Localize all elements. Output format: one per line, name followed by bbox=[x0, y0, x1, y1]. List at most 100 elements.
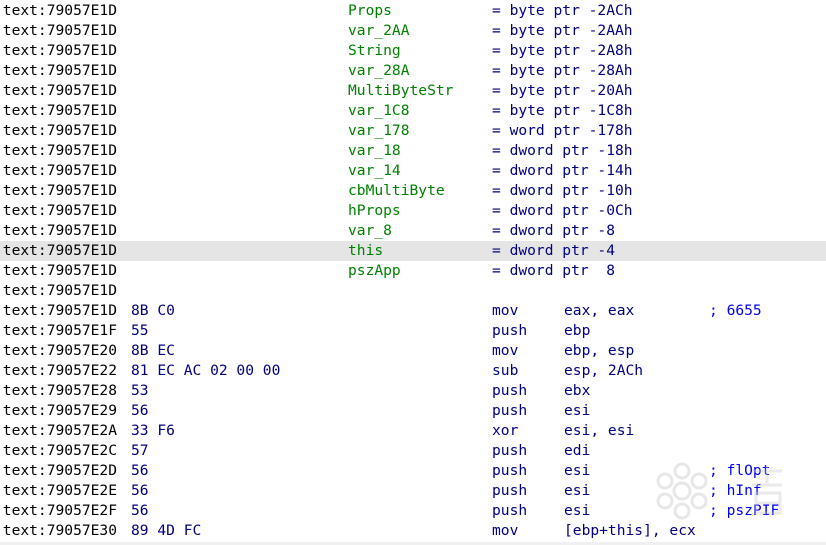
instruction-mnemonic: push bbox=[492, 482, 528, 499]
symbol-name[interactable]: hProps bbox=[348, 201, 401, 221]
address-label: .text:79057E1D bbox=[0, 222, 118, 239]
instruction-mnemonic: push bbox=[492, 322, 528, 339]
address-label: .text:79057E28 bbox=[0, 382, 118, 399]
opcode-bytes: 56 bbox=[131, 502, 149, 519]
instruction-mnemonic: mov bbox=[492, 342, 519, 359]
address-label: .text:79057E2E bbox=[0, 482, 118, 499]
address-label: .text:79057E1D bbox=[0, 182, 118, 199]
instruction-mnemonic: push bbox=[492, 382, 528, 399]
symbol-name[interactable]: var_18 bbox=[348, 141, 401, 161]
instruction-mnemonic: push bbox=[492, 502, 528, 519]
opcode-bytes: 55 bbox=[131, 322, 149, 339]
listing-line[interactable]: .text:79057E1D cbMultiByte = dword ptr -10… bbox=[0, 181, 826, 201]
instruction-operands: ebp, esp bbox=[564, 342, 635, 359]
instruction-mnemonic: mov bbox=[492, 522, 519, 539]
address-label: .text:79057E2F bbox=[0, 502, 118, 519]
listing-line[interactable]: .text:79057E1D var_1C8 = byte ptr -1C8h bbox=[0, 101, 826, 121]
instruction-mnemonic: xor bbox=[492, 422, 519, 439]
address-label: .text:79057E1D bbox=[0, 242, 118, 259]
address-label: .text:79057E1D bbox=[0, 62, 118, 79]
opcode-bytes: 81 EC AC 02 00 00 bbox=[131, 362, 281, 379]
listing-line[interactable]: .text:79057E1D var_14 = dword ptr -14h bbox=[0, 161, 826, 181]
listing-line[interactable]: .text:79057E30 89 4D FC mov [ebp+this], ecx bbox=[0, 521, 826, 541]
address-label: .text:79057E1D bbox=[0, 42, 118, 59]
opcode-bytes: 53 bbox=[131, 382, 149, 399]
listing-line[interactable]: .text:79057E1D Props = byte ptr -2ACh bbox=[0, 1, 826, 21]
address-label: .text:79057E1D bbox=[0, 162, 118, 179]
symbol-name[interactable]: MultiByteStr bbox=[348, 81, 453, 101]
instruction-mnemonic: = byte ptr -28Ah bbox=[492, 62, 633, 79]
instruction-mnemonic: push bbox=[492, 442, 528, 459]
instruction-mnemonic: = word ptr -178h bbox=[492, 122, 633, 139]
listing-line[interactable]: .text:79057E1D String = byte ptr -2A8h bbox=[0, 41, 826, 61]
listing-line[interactable]: .text:79057E29 56 push esi bbox=[0, 401, 826, 421]
instruction-operands: esi, esi bbox=[564, 422, 635, 439]
instruction-comment: ; 6655 bbox=[709, 302, 762, 319]
instruction-mnemonic: = dword ptr -18h bbox=[492, 142, 633, 159]
symbol-name[interactable]: String bbox=[348, 41, 401, 61]
listing-line[interactable]: .text:79057E2A 33 F6 xor esi, esi bbox=[0, 421, 826, 441]
opcode-bytes: 8B EC bbox=[131, 342, 175, 359]
listing-line[interactable]: .text:79057E1D this = dword ptr -4 bbox=[0, 241, 826, 261]
listing-line[interactable]: .text:79057E1D var_28A = byte ptr -28Ah bbox=[0, 61, 826, 81]
address-label: .text:79057E1D bbox=[0, 282, 118, 299]
address-label: .text:79057E30 bbox=[0, 522, 118, 539]
instruction-mnemonic: = dword ptr -8 bbox=[492, 222, 616, 239]
symbol-name[interactable]: Props bbox=[348, 1, 392, 21]
listing-line[interactable]: .text:79057E28 53 push ebx bbox=[0, 381, 826, 401]
symbol-name[interactable]: var_28A bbox=[348, 61, 410, 81]
address-label: .text:79057E1D bbox=[0, 102, 118, 119]
address-label: .text:79057E1D bbox=[0, 2, 118, 19]
address-label: .text:79057E2D bbox=[0, 462, 118, 479]
address-label: .text:79057E1F bbox=[0, 322, 118, 339]
address-label: .text:79057E1D bbox=[0, 202, 118, 219]
address-label: .text:79057E2C bbox=[0, 442, 118, 459]
symbol-name[interactable]: var_8 bbox=[348, 221, 392, 241]
opcode-bytes: 57 bbox=[131, 442, 149, 459]
listing-line[interactable]: .text:79057E1D 8B C0 mov eax, eax ; 6655 bbox=[0, 301, 826, 321]
instruction-operands: edi bbox=[564, 442, 591, 459]
instruction-mnemonic: = byte ptr -2AAh bbox=[492, 22, 633, 39]
listing-line[interactable]: .text:79057E1F 55 push ebp bbox=[0, 321, 826, 341]
instruction-mnemonic: mov bbox=[492, 302, 519, 319]
address-label: .text:79057E1D bbox=[0, 82, 118, 99]
instruction-mnemonic: = dword ptr 8 bbox=[492, 262, 616, 279]
symbol-name[interactable]: var_178 bbox=[348, 121, 410, 141]
listing-line[interactable]: .text:79057E1D bbox=[0, 281, 826, 301]
instruction-operands: esi bbox=[564, 482, 591, 499]
instruction-operands: eax, eax bbox=[564, 302, 635, 319]
opcode-bytes: 89 4D FC bbox=[131, 522, 202, 539]
address-label: .text:79057E20 bbox=[0, 342, 118, 359]
instruction-mnemonic: = dword ptr -4 bbox=[492, 242, 616, 259]
instruction-mnemonic: = dword ptr -10h bbox=[492, 182, 633, 199]
listing-line[interactable]: .text:79057E1D var_8 = dword ptr -8 bbox=[0, 221, 826, 241]
symbol-name[interactable]: cbMultiByte bbox=[348, 181, 445, 201]
symbol-name[interactable]: pszApp bbox=[348, 261, 401, 281]
instruction-mnemonic: = byte ptr -2A8h bbox=[492, 42, 633, 59]
instruction-mnemonic: = dword ptr -14h bbox=[492, 162, 633, 179]
snowflake-logo-icon bbox=[656, 462, 782, 520]
listing-line[interactable]: .text:79057E1D var_2AA = byte ptr -2AAh bbox=[0, 21, 826, 41]
symbol-name[interactable]: var_2AA bbox=[348, 21, 410, 41]
address-label: .text:79057E2A bbox=[0, 422, 118, 439]
symbol-name[interactable]: this bbox=[348, 241, 383, 261]
address-label: .text:79057E22 bbox=[0, 362, 118, 379]
listing-line[interactable]: .text:79057E1D var_18 = dword ptr -18h bbox=[0, 141, 826, 161]
address-label: .text:79057E1D bbox=[0, 122, 118, 139]
symbol-name[interactable]: var_1C8 bbox=[348, 101, 410, 121]
opcode-bytes: 56 bbox=[131, 402, 149, 419]
instruction-mnemonic: push bbox=[492, 462, 528, 479]
address-label: .text:79057E1D bbox=[0, 302, 118, 319]
instruction-mnemonic: = byte ptr -2ACh bbox=[492, 2, 633, 19]
address-label: .text:79057E1D bbox=[0, 22, 118, 39]
listing-line[interactable]: .text:79057E1D hProps = dword ptr -0Ch bbox=[0, 201, 826, 221]
listing-line[interactable]: .text:79057E1D var_178 = word ptr -178h bbox=[0, 121, 826, 141]
listing-line[interactable]: .text:79057E1D pszApp = dword ptr 8 bbox=[0, 261, 826, 281]
instruction-operands: [ebp+this], ecx bbox=[564, 522, 696, 539]
listing-line[interactable]: .text:79057E2C 57 push edi bbox=[0, 441, 826, 461]
symbol-name[interactable]: var_14 bbox=[348, 161, 401, 181]
listing-line[interactable]: .text:79057E22 81 EC AC 02 00 00 sub esp, 2… bbox=[0, 361, 826, 381]
listing-line[interactable]: .text:79057E20 8B EC mov ebp, esp bbox=[0, 341, 826, 361]
opcode-bytes: 56 bbox=[131, 462, 149, 479]
listing-line[interactable]: .text:79057E1D MultiByteStr = byte ptr -20… bbox=[0, 81, 826, 101]
